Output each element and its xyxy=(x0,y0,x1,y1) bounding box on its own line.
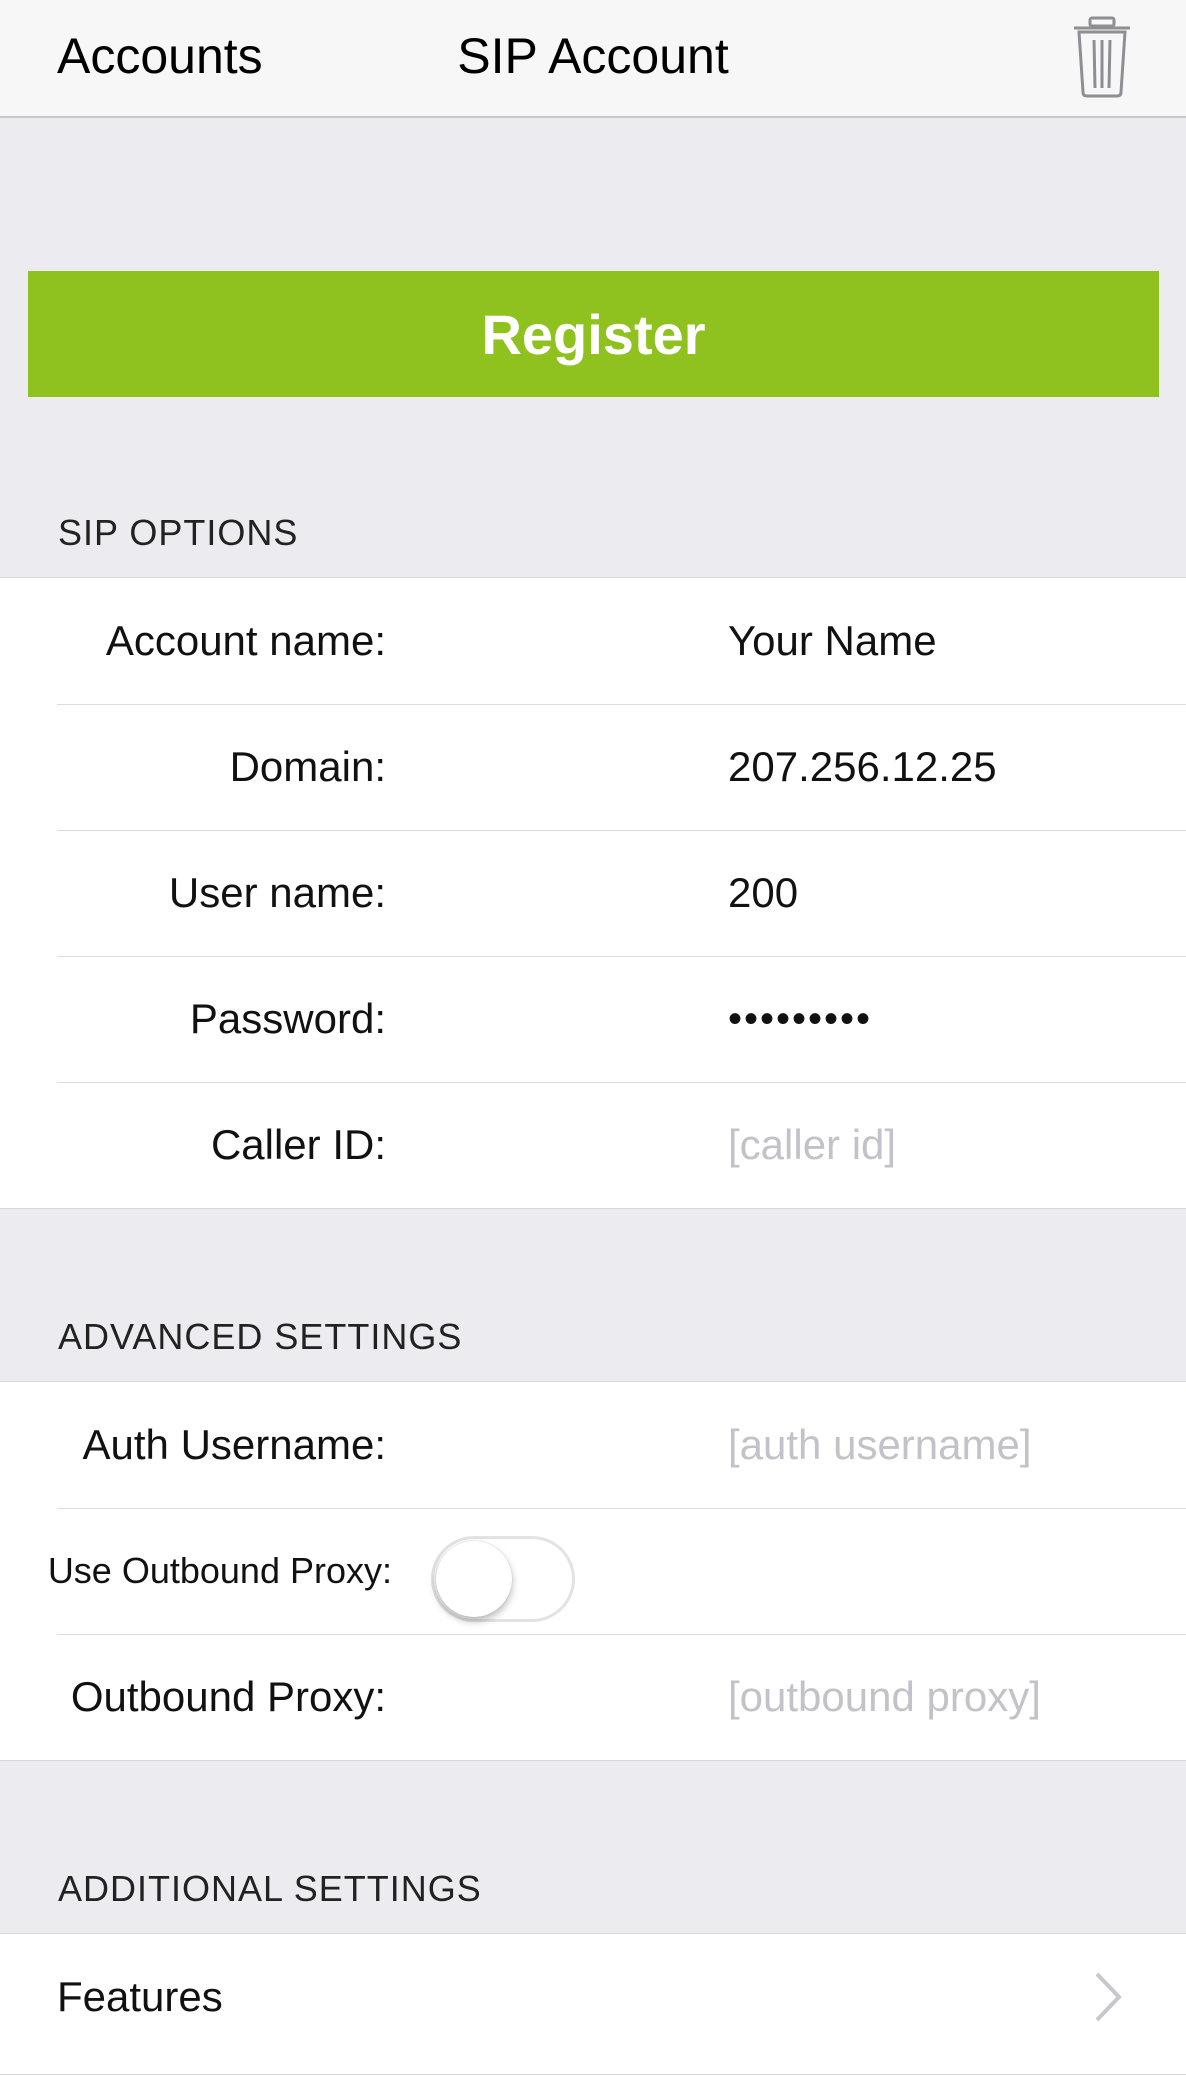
register-button[interactable]: Register xyxy=(28,271,1159,397)
accounts-back-button[interactable]: Accounts xyxy=(57,24,263,88)
navigation-bar: Accounts SIP Account xyxy=(0,0,1186,118)
domain-field[interactable]: 207.256.12.25 xyxy=(728,704,997,830)
auth-username-row: Auth Username: [auth username] xyxy=(0,1382,1186,1508)
trash-icon[interactable] xyxy=(1070,14,1134,98)
domain-label: Domain: xyxy=(229,743,386,790)
user-name-row: User name: 200 xyxy=(0,830,1186,956)
outbound-proxy-field[interactable]: [outbound proxy] xyxy=(728,1634,1041,1760)
caller-id-label: Caller ID: xyxy=(210,1121,386,1168)
caller-id-field[interactable]: [caller id] xyxy=(728,1082,896,1208)
section-header-advanced-settings: ADVANCED SETTINGS xyxy=(58,1316,463,1357)
chevron-right-icon xyxy=(1093,1970,1123,2024)
account-name-label: Account name: xyxy=(105,617,386,664)
account-name-field[interactable]: Your Name xyxy=(728,578,937,704)
sip-options-group: Account name: Your Name Domain: 207.256.… xyxy=(0,577,1186,1209)
outbound-proxy-row: Outbound Proxy: [outbound proxy] xyxy=(0,1634,1186,1760)
outbound-proxy-label: Outbound Proxy: xyxy=(70,1673,386,1720)
caller-id-row: Caller ID: [caller id] xyxy=(0,1082,1186,1208)
section-header-additional-settings: ADDITIONAL SETTINGS xyxy=(58,1868,482,1909)
password-label: Password: xyxy=(189,995,386,1042)
toggle-knob xyxy=(436,1541,512,1617)
domain-row: Domain: 207.256.12.25 xyxy=(0,704,1186,830)
advanced-settings-group: Auth Username: [auth username] Use Outbo… xyxy=(0,1381,1186,1761)
user-name-label: User name: xyxy=(168,869,386,916)
additional-settings-group: Features xyxy=(0,1933,1186,2075)
features-label: Features xyxy=(57,1973,223,2020)
user-name-field[interactable]: 200 xyxy=(728,830,798,956)
password-row: Password: ••••••••• xyxy=(0,956,1186,1082)
password-field[interactable]: ••••••••• xyxy=(728,956,872,1082)
auth-username-label: Auth Username: xyxy=(82,1421,386,1468)
features-row[interactable]: Features xyxy=(0,1934,1186,2060)
use-outbound-proxy-label: Use Outbound Proxy: xyxy=(47,1550,392,1591)
section-header-sip-options: SIP OPTIONS xyxy=(58,512,299,553)
account-name-row: Account name: Your Name xyxy=(0,578,1186,704)
use-outbound-proxy-row: Use Outbound Proxy: xyxy=(0,1508,1186,1634)
auth-username-field[interactable]: [auth username] xyxy=(728,1382,1032,1508)
use-outbound-proxy-toggle[interactable] xyxy=(431,1536,575,1622)
